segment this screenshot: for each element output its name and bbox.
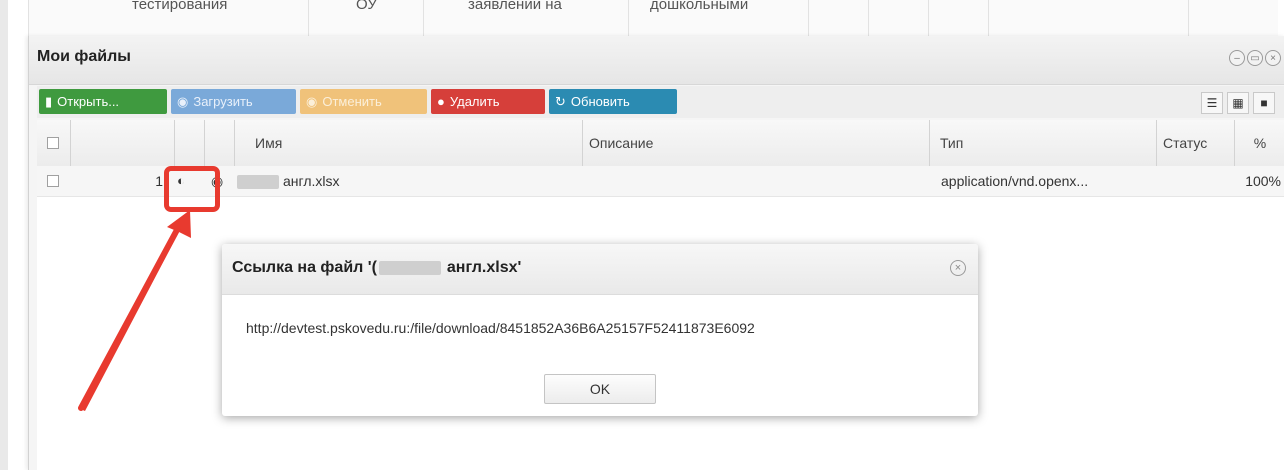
ok-button[interactable]: OK [544, 374, 656, 404]
arrow-shaft [78, 225, 181, 411]
dialog-header[interactable]: Ссылка на файл '( англ.xlsx' × [222, 244, 978, 295]
redacted-text [378, 260, 441, 275]
dialog-title: Ссылка на файл '( англ.xlsx' [232, 259, 521, 277]
dialog-title-suffix: англ.xlsx' [446, 259, 522, 276]
file-download-link[interactable]: http://devtest.pskovedu.ru:/file/downloa… [246, 320, 755, 336]
close-icon[interactable]: × [950, 260, 966, 276]
file-link-dialog: Ссылка на файл '( англ.xlsx' × http://dev… [222, 244, 978, 416]
dialog-title-prefix: Ссылка на файл '( [232, 259, 377, 276]
